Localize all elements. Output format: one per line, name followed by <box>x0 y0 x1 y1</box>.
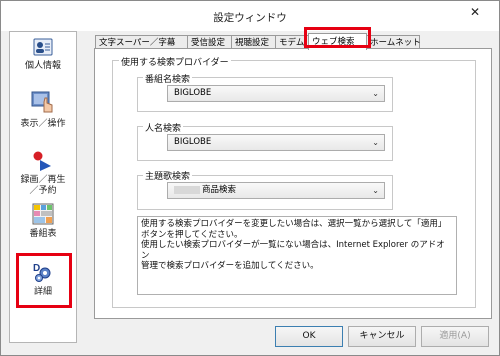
record-play-icon <box>33 151 51 171</box>
close-button[interactable]: ✕ <box>457 3 493 21</box>
contact-card-icon <box>33 38 53 56</box>
program-search-select[interactable]: BIGLOBE ⌄ <box>167 85 385 102</box>
sidebar-item-display-operation[interactable]: 表示／操作 <box>11 90 75 130</box>
settings-window: 設定ウィンドウ ✕ 個人情報 表示／操作 録画／再生 ／予約 番組表 D 詳細 … <box>0 0 500 356</box>
close-icon: ✕ <box>469 5 481 19</box>
cancel-button[interactable]: キャンセル <box>348 326 416 347</box>
sidebar-item-personal-info[interactable]: 個人情報 <box>11 36 75 72</box>
chevron-down-icon: ⌄ <box>372 186 379 195</box>
highlight-frame-web-search-tab <box>304 27 371 48</box>
theme-song-search-label: 主題歌検索 <box>143 169 193 182</box>
sidebar-item-label: 表示／操作 <box>20 119 66 129</box>
window-title: 設定ウィンドウ <box>213 12 287 24</box>
sidebar-item-label: 録画／再生 ／予約 <box>20 175 66 196</box>
chevron-down-icon: ⌄ <box>372 138 379 147</box>
apply-button[interactable]: 適用(A) <box>421 326 489 347</box>
help-note: 使用する検索プロバイダーを変更したい場合は、選択一覧から選択して「適用」 ボタン… <box>137 216 457 295</box>
program-grid-icon <box>32 203 54 225</box>
tab-viewing[interactable]: 視聴設定 <box>231 35 276 49</box>
chevron-down-icon: ⌄ <box>372 89 379 98</box>
hand-pointer-icon <box>31 91 53 113</box>
tab-reception[interactable]: 受信設定 <box>187 35 232 49</box>
sidebar-item-record-play-reserve[interactable]: 録画／再生 ／予約 <box>11 150 75 197</box>
highlight-frame-details <box>16 253 72 308</box>
sidebar-item-label: 番組表 <box>29 229 57 239</box>
person-search-select[interactable]: BIGLOBE ⌄ <box>167 134 385 151</box>
tab-subtitles[interactable]: 文字スーパー／字幕 <box>95 35 188 49</box>
program-search-label: 番組名検索 <box>143 72 193 85</box>
person-search-label: 人名検索 <box>143 121 184 134</box>
sidebar-item-label: 個人情報 <box>24 61 61 71</box>
ok-button[interactable]: OK <box>275 326 343 347</box>
theme-song-search-select[interactable]: 商品検索 ⌄ <box>167 182 385 199</box>
tab-home-network[interactable]: ホームネット <box>366 35 421 49</box>
group-title: 使用する検索プロバイダー <box>119 55 231 68</box>
title-bar: 設定ウィンドウ ✕ <box>1 1 499 31</box>
redacted-text <box>174 185 200 194</box>
sidebar-item-program-guide[interactable]: 番組表 <box>11 202 75 240</box>
